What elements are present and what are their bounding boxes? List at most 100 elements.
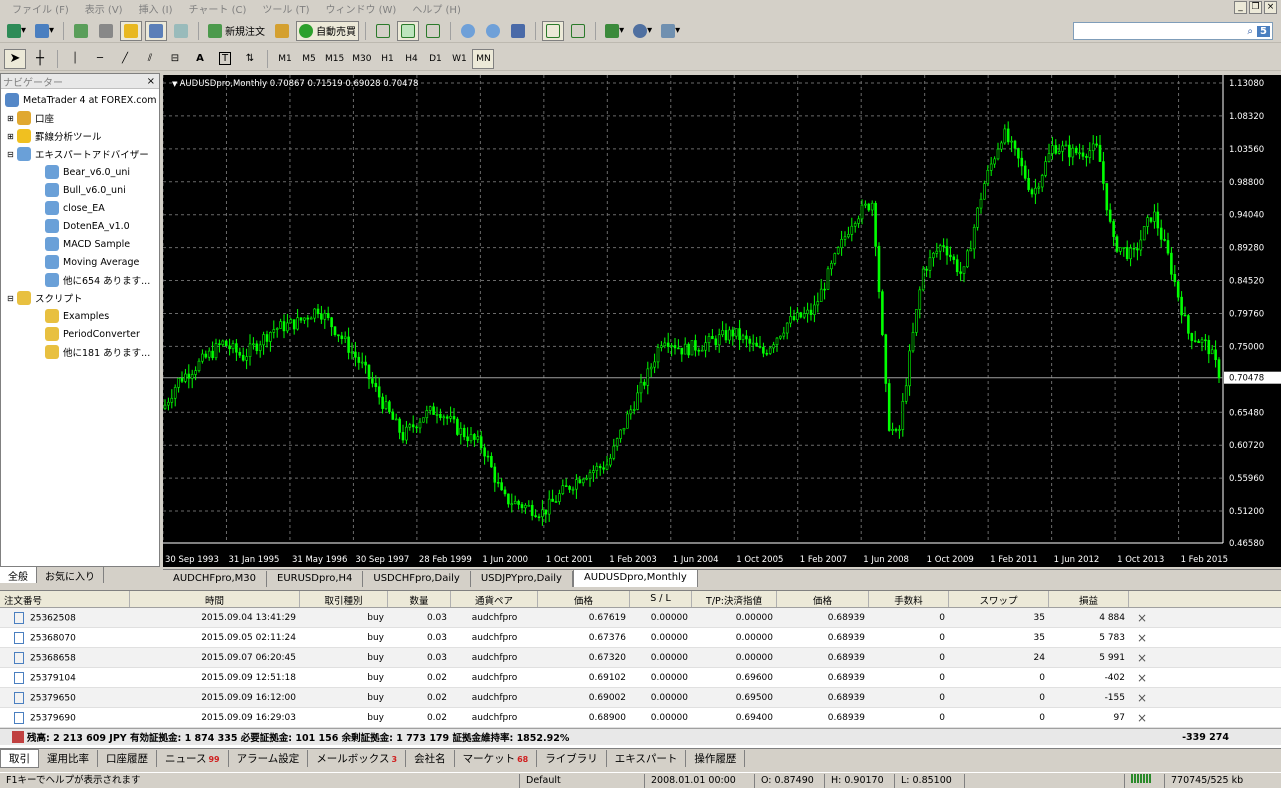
arrows-tool[interactable]: ⇅ [239,49,261,69]
line-chart-button[interactable] [422,21,444,41]
column-header[interactable]: 数量 [388,591,451,607]
column-header[interactable]: 時間 [130,591,300,607]
terminal-tab[interactable]: メールボックス 3 [308,749,407,767]
menu-item-3[interactable]: チャート (C) [181,1,255,16]
column-header[interactable]: S / L [630,591,692,607]
expand-icon[interactable]: ⊞ [7,132,17,141]
column-header[interactable]: 通貨ペア [451,591,538,607]
search-icon[interactable]: ⌕ [1247,26,1253,37]
tab-common[interactable]: 全般 [0,567,37,583]
auto-trading-button[interactable]: 自動売買 [296,20,360,41]
close-order-icon[interactable]: × [1137,631,1147,645]
menu-item-1[interactable]: 表示 (V) [77,1,131,16]
close-icon[interactable]: × [147,76,155,87]
terminal-button[interactable] [145,20,168,41]
terminal-tab[interactable]: アラーム設定 [229,749,309,767]
timeframe-W1[interactable]: W1 [448,49,470,69]
table-row[interactable]: 25362508 2015.09.04 13:41:29 buy 0.03 audchf… [0,608,1281,628]
terminal-tab[interactable]: エキスパート [607,749,687,767]
collapse-icon[interactable]: ⊟ [7,294,17,303]
crosshair-tool[interactable]: ┼ [29,49,51,69]
price-chart[interactable]: 30 Sep 1993 31 Jan 1995 31 May 1996 30 Sep … [162,75,1281,567]
tree-leaf[interactable]: Bull_v6.0_uni [1,181,159,199]
timeframe-M30[interactable]: M30 [349,49,374,69]
table-row[interactable]: 25379690 2015.09.09 16:29:03 buy 0.02 audchf… [0,708,1281,728]
close-order-icon[interactable]: × [1137,691,1147,705]
table-row[interactable]: 25379650 2015.09.09 16:12:00 buy 0.02 audchf… [0,688,1281,708]
table-row[interactable]: 25368658 2015.09.07 06:20:45 buy 0.03 audchf… [0,648,1281,668]
label-tool[interactable]: T [214,49,236,69]
expand-icon[interactable]: ⊞ [7,114,17,123]
column-header[interactable]: 価格 [538,591,630,607]
search-input[interactable]: ⌕ 5 [1073,22,1273,40]
chart-shift-button[interactable] [567,21,589,41]
terminal-tab[interactable]: 運用比率 [39,749,98,767]
column-header[interactable]: T/P:決済指値 [692,591,777,607]
auto-scroll-button[interactable] [542,20,565,41]
fibonacci-tool[interactable]: ⊟ [164,49,186,69]
close-order-icon[interactable]: × [1137,611,1147,625]
terminal-tab[interactable]: 取引 [0,748,39,768]
new-chart-button[interactable]: ▾ [4,21,29,41]
data-window-button[interactable] [95,21,117,41]
cursor-tool[interactable]: ➤ [4,48,26,69]
chart-tab[interactable]: AUDCHFpro,M30 [163,571,268,587]
close-order-icon[interactable]: × [1137,671,1147,685]
table-row[interactable]: 25368070 2015.09.05 02:11:24 buy 0.03 audchf… [0,628,1281,648]
tree-leaf[interactable]: MACD Sample [1,235,159,253]
profiles-button[interactable]: ▾ [32,21,57,41]
trendline-tool[interactable]: ╱ [114,49,136,69]
horizontal-line-tool[interactable]: ─ [89,49,111,69]
menu-item-6[interactable]: ヘルプ (H) [404,1,469,16]
column-header[interactable]: 価格 [777,591,869,607]
tree-scripts[interactable]: ⊟ スクリプト [1,289,159,307]
chart-tab[interactable]: AUDUSDpro,Monthly [572,569,698,587]
terminal-tab[interactable]: ニュース 99 [157,749,229,767]
column-header[interactable]: 損益 [1049,591,1129,607]
tree-leaf[interactable]: Moving Average [1,253,159,271]
tab-favorites[interactable]: お気に入り [37,567,104,583]
tree-accounts[interactable]: ⊞ 口座 [1,109,159,127]
close-order-icon[interactable]: × [1137,711,1147,725]
tile-windows-button[interactable] [507,21,529,41]
market-watch-button[interactable] [70,21,92,41]
menu-item-5[interactable]: ウィンドウ (W) [317,1,404,16]
column-header[interactable]: スワップ [949,591,1049,607]
timeframe-H1[interactable]: H1 [376,49,398,69]
zoom-in-button[interactable] [457,21,479,41]
timeframe-MN[interactable]: MN [472,48,495,69]
periods-button[interactable]: ▾ [630,21,655,41]
tree-leaf[interactable]: Bear_v6.0_uni [1,163,159,181]
timeframe-M15[interactable]: M15 [322,49,347,69]
close-button[interactable]: × [1264,1,1277,14]
collapse-icon[interactable]: ⊟ [7,150,17,159]
column-header[interactable]: 注文番号 [0,591,130,607]
tree-experts[interactable]: ⊟ エキスパートアドバイザー [1,145,159,163]
terminal-tab[interactable]: マーケット 68 [455,749,538,767]
chart-window[interactable]: 30 Sep 1993 31 Jan 1995 31 May 1996 30 Sep … [162,75,1281,567]
templates-button[interactable]: ▾ [658,21,683,41]
tree-leaf[interactable]: DotenEA_v1.0 [1,217,159,235]
timeframe-M1[interactable]: M1 [274,49,296,69]
chart-tab[interactable]: USDCHFpro,Daily [363,571,471,587]
column-header[interactable]: 取引種別 [300,591,388,607]
vertical-line-tool[interactable]: │ [64,49,86,69]
tree-root[interactable]: MetaTrader 4 at FOREX.com [1,91,159,109]
terminal-tab[interactable]: 操作履歴 [686,749,746,767]
channel-tool[interactable]: ⫽ [139,49,161,69]
terminal-tab[interactable]: ライブラリ [537,749,607,767]
chart-tab[interactable]: USDJPYpro,Daily [471,571,573,587]
bar-chart-button[interactable] [372,21,394,41]
menu-item-4[interactable]: ツール (T) [254,1,317,16]
indicators-button[interactable]: ▾ [602,21,627,41]
tree-leaf[interactable]: Examples [1,307,159,325]
close-order-icon[interactable]: × [1137,651,1147,665]
terminal-tab[interactable]: 会社名 [406,749,455,767]
timeframe-H4[interactable]: H4 [400,49,422,69]
tree-leaf[interactable]: close_EA [1,199,159,217]
new-order-button[interactable]: 新規注文 [205,21,268,41]
restore-button[interactable]: ❐ [1249,1,1262,14]
tree-leaf[interactable]: 他に181 あります... [1,343,159,361]
zoom-out-button[interactable] [482,21,504,41]
tree-leaf[interactable]: 他に654 あります... [1,271,159,289]
